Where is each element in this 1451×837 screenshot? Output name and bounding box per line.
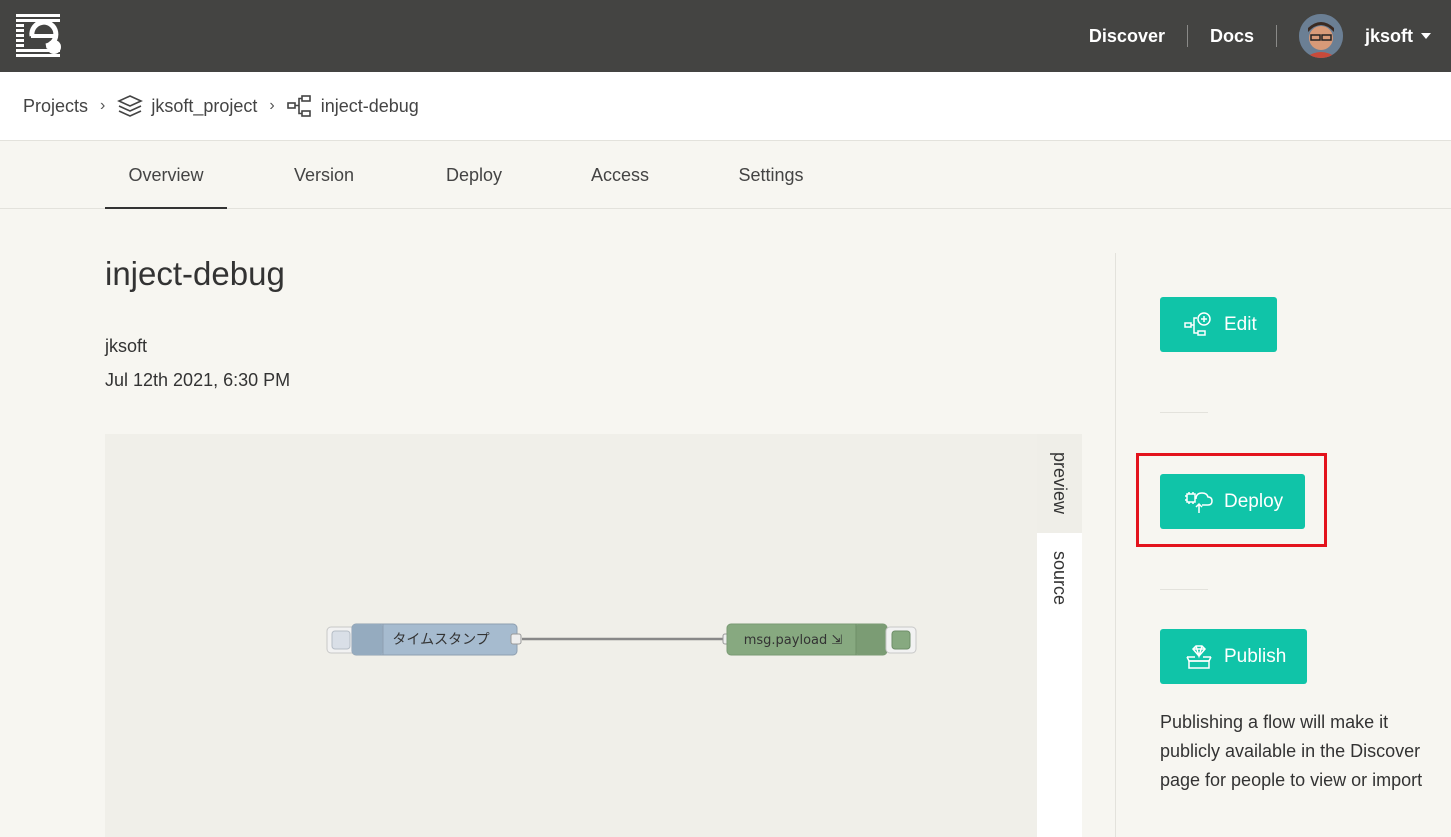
debug-node[interactable]: msg.payload ⇲ <box>722 623 917 656</box>
publish-button[interactable]: Publish <box>1160 629 1307 684</box>
flow-date: Jul 12th 2021, 6:30 PM <box>105 370 291 390</box>
enebular-logo-icon[interactable] <box>16 14 64 58</box>
breadcrumb-separator: › <box>269 97 275 114</box>
tab-preview[interactable]: preview <box>1037 434 1082 533</box>
breadcrumb-flow[interactable]: inject-debug <box>286 94 419 118</box>
flow-preview-canvas[interactable]: タイムスタンプ msg.payload ⇲ <box>105 434 1037 837</box>
tab-source[interactable]: source <box>1037 533 1082 623</box>
publish-description: Publishing a flow will make it publicly … <box>1160 712 1423 790</box>
divider <box>1160 589 1208 590</box>
tab-settings[interactable]: Settings <box>714 141 828 209</box>
tab-overview[interactable]: Overview <box>105 141 227 209</box>
publish-button-label: Publish <box>1224 645 1287 667</box>
top-navbar: Discover Docs jksoft <box>0 0 1451 72</box>
tab-version[interactable]: Version <box>272 141 376 209</box>
breadcrumb-projects[interactable]: Projects <box>23 96 88 117</box>
user-avatar-icon <box>1298 14 1343 58</box>
tab-deploy[interactable]: Deploy <box>420 141 528 209</box>
flow-icon <box>286 95 311 117</box>
nav-discover-link[interactable]: Discover <box>1067 26 1187 47</box>
debug-node-label: msg.payload ⇲ <box>744 633 843 648</box>
flow-author: jksoft <box>105 336 148 356</box>
breadcrumb-project-label: jksoft_project <box>151 95 258 116</box>
avatar[interactable] <box>1298 14 1343 58</box>
nav-docs-link[interactable]: Docs <box>1188 26 1276 47</box>
user-menu[interactable]: jksoft <box>1365 26 1451 47</box>
inject-node-label: タイムスタンプ <box>392 632 489 648</box>
edit-button-label: Edit <box>1224 313 1257 335</box>
deploy-highlight-box <box>1136 453 1327 547</box>
user-name: jksoft <box>1364 25 1413 46</box>
inject-node[interactable]: タイムスタンプ <box>326 623 522 656</box>
page-title: inject-debug <box>105 255 285 292</box>
breadcrumb-separator: › <box>100 97 106 114</box>
edit-button[interactable]: Edit <box>1160 297 1277 352</box>
breadcrumb-project[interactable]: jksoft_project <box>117 94 257 118</box>
column-divider <box>1115 253 1116 837</box>
nav-separator <box>1275 25 1277 47</box>
caret-down-icon <box>1421 33 1431 39</box>
tab-bar: Overview Version Deploy Access Settings <box>0 141 1451 209</box>
divider <box>1160 412 1208 413</box>
breadcrumb-flow-label: inject-debug <box>320 95 419 116</box>
publish-box-icon <box>1186 644 1212 669</box>
view-switcher: preview source <box>1037 434 1082 837</box>
breadcrumb: Projects › jksoft_project › inject-debug <box>0 72 1451 141</box>
flow-add-icon <box>1184 311 1211 336</box>
tab-access[interactable]: Access <box>571 141 669 209</box>
layers-icon <box>117 95 144 117</box>
flow-diagram: タイムスタンプ msg.payload ⇲ <box>326 623 917 656</box>
